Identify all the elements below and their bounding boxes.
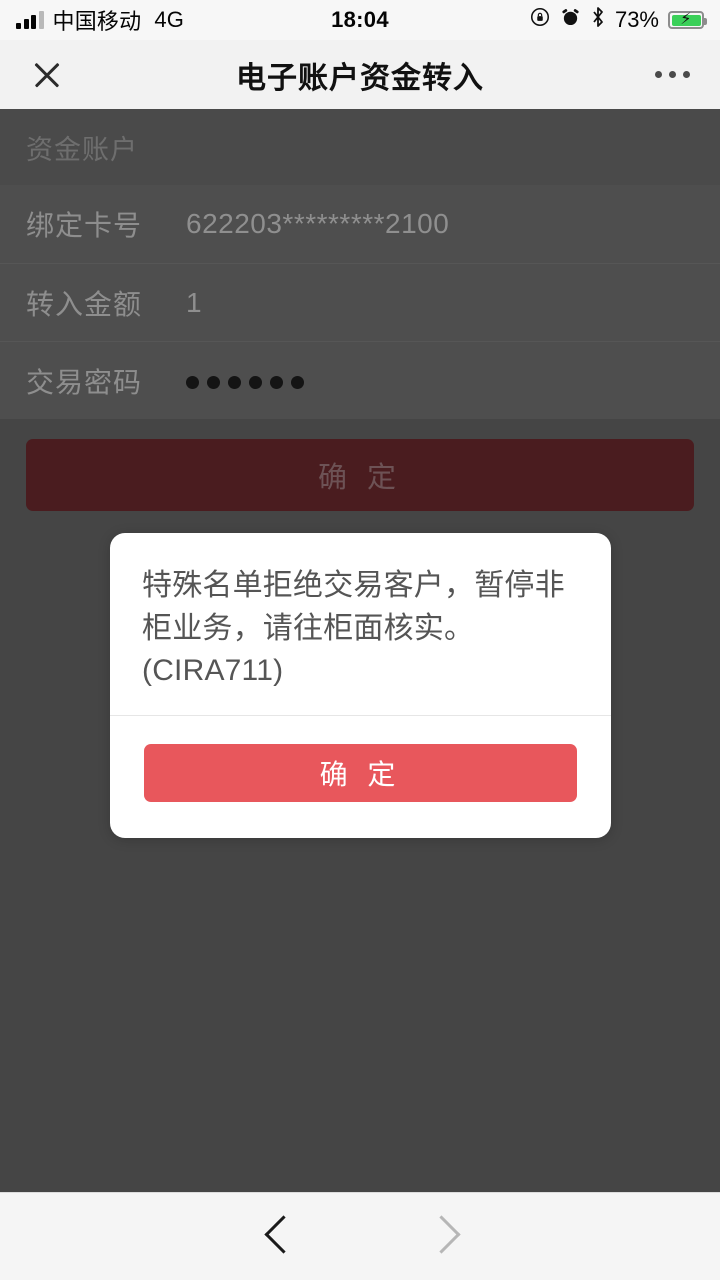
amount-label: 转入金额 <box>26 288 143 320</box>
password-label: 交易密码 <box>26 366 143 398</box>
page-title: 电子账户资金转入 <box>236 61 484 95</box>
submit-button[interactable]: 确 定 <box>26 439 694 511</box>
alert-dialog-actions: 确 定 <box>110 716 611 838</box>
card-number-label: 绑定卡号 <box>26 210 143 241</box>
battery-charging-icon: ⚡ <box>668 11 707 29</box>
alert-dialog-confirm-button[interactable]: 确 定 <box>144 743 577 802</box>
chevron-right-icon <box>430 1214 456 1260</box>
app-screen: 中国移动 4G 18:04 73% ⚡ 电子账户资金转入 资金账户 绑定卡号 6… <box>0 0 720 1280</box>
browser-bottom-bar <box>0 1192 720 1280</box>
status-bar: 中国移动 4G 18:04 73% ⚡ <box>0 0 720 40</box>
form-row-card-number[interactable]: 绑定卡号 622203*********2100 <box>0 185 720 263</box>
transfer-form: 绑定卡号 622203*********2100 转入金额 1 交易密码 <box>0 185 720 419</box>
navigation-bar: 电子账户资金转入 <box>0 40 720 109</box>
chevron-left-icon[interactable] <box>264 1214 290 1260</box>
password-masked-value <box>186 373 304 389</box>
amount-value: 1 <box>186 286 203 318</box>
alert-dialog: 特殊名单拒绝交易客户，暂停非柜业务，请往柜面核实。(CIRA711) 确 定 <box>110 533 611 838</box>
close-icon[interactable] <box>30 58 64 92</box>
form-row-password[interactable]: 交易密码 <box>0 341 720 419</box>
more-options-icon[interactable] <box>655 71 690 78</box>
alert-dialog-message: 特殊名单拒绝交易客户，暂停非柜业务，请往柜面核实。(CIRA711) <box>142 569 565 688</box>
card-number-value: 622203*********2100 <box>186 208 450 239</box>
submit-button-container: 确 定 <box>0 419 720 511</box>
form-row-amount[interactable]: 转入金额 1 <box>0 263 720 341</box>
status-bar-clock: 18:04 <box>331 7 389 32</box>
section-header: 资金账户 <box>0 109 720 185</box>
